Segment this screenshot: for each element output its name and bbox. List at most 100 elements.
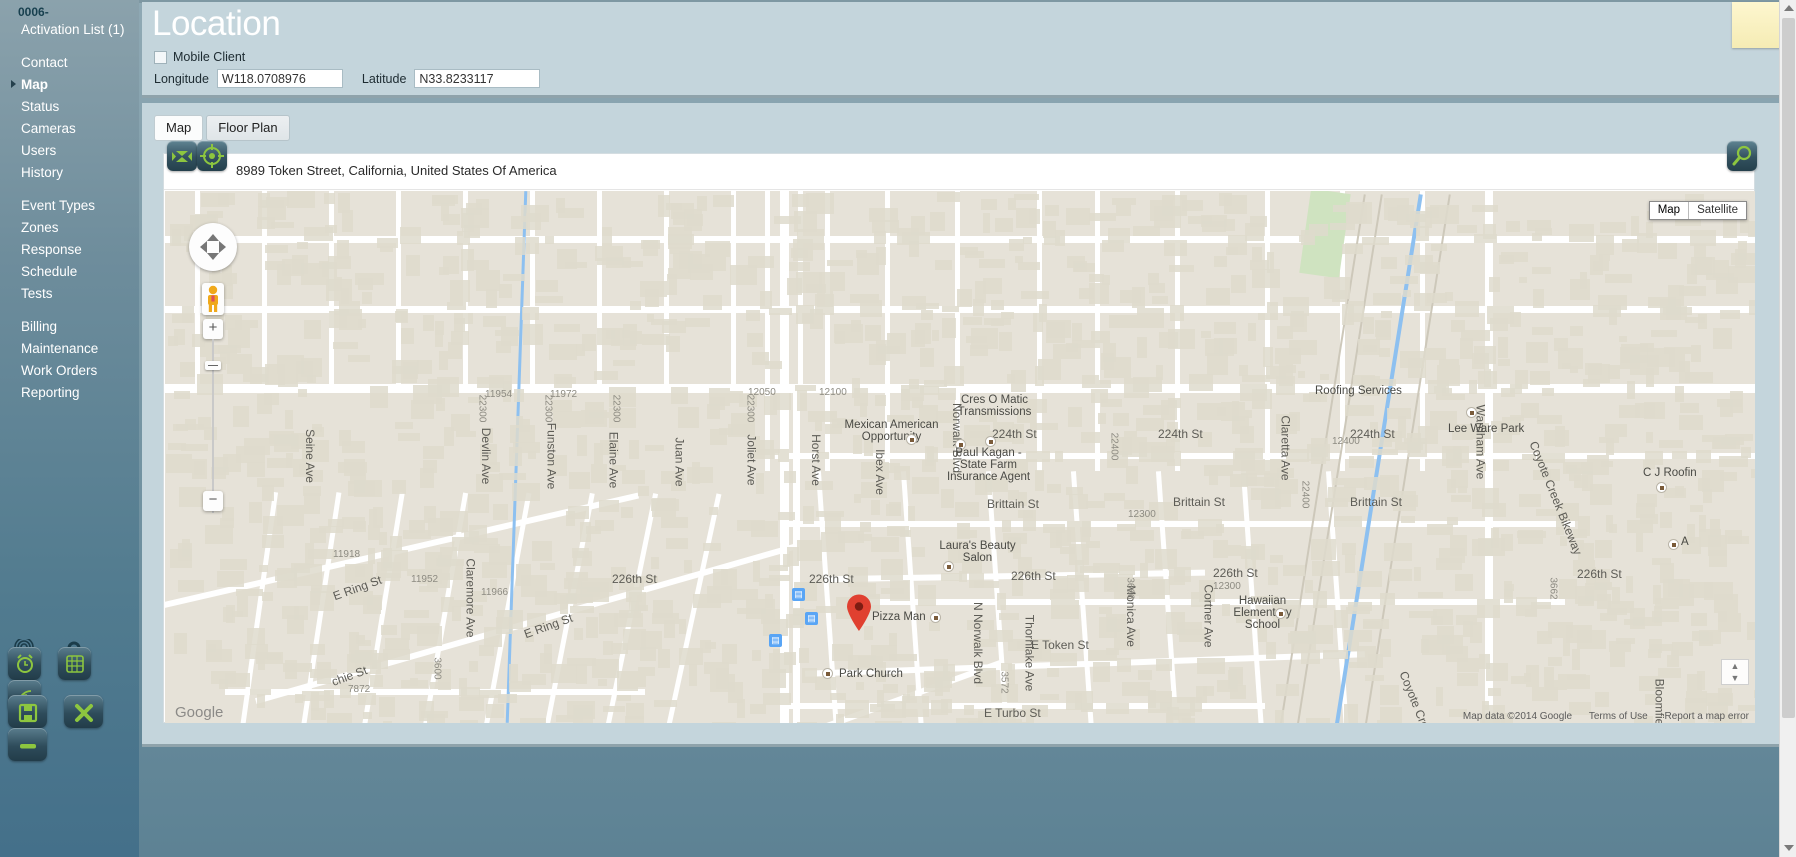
sidebar-item-response[interactable]: Response	[0, 239, 139, 261]
map-feature	[858, 534, 872, 541]
sidebar-item-label: Activation List (1)	[21, 22, 125, 37]
sidebar-item-work-orders[interactable]: Work Orders	[0, 360, 139, 382]
bus-stop-icon[interactable]: ▤	[792, 588, 805, 601]
map-feature	[801, 312, 813, 324]
map-feature	[670, 203, 695, 220]
sidebar-item-tests[interactable]: Tests	[0, 283, 139, 305]
sidebar-item-status[interactable]: Status	[0, 96, 139, 118]
sidebar-item-schedule[interactable]: Schedule	[0, 261, 139, 283]
account-id: 0006-	[18, 5, 49, 19]
sidebar-item-event-types[interactable]: Event Types	[0, 195, 139, 217]
map-type-map[interactable]: Map	[1650, 202, 1688, 219]
map-type-satellite[interactable]: Satellite	[1688, 202, 1746, 219]
map-feature	[416, 626, 443, 647]
save-icon[interactable]	[8, 695, 47, 728]
mobile-client-checkbox[interactable]	[154, 50, 167, 64]
map-feature	[1040, 693, 1060, 701]
map-feature	[1169, 304, 1185, 322]
zoom-slider[interactable]: + −	[203, 319, 223, 619]
map-poi-marker[interactable]	[930, 612, 941, 623]
map-feature	[836, 713, 845, 723]
sidebar-item-activation-list[interactable]: Activation List (1)	[0, 19, 139, 41]
map-feature	[174, 328, 186, 345]
sidebar-item-cameras[interactable]: Cameras	[0, 118, 139, 140]
sidebar-item-label: Contact	[21, 55, 68, 70]
grid-cube-icon[interactable]	[58, 647, 92, 680]
mobile-client-label[interactable]: Mobile Client	[173, 50, 245, 64]
map-feature	[526, 612, 546, 627]
map-feature	[859, 299, 883, 318]
zoom-out-button[interactable]: −	[203, 491, 223, 511]
map-feature	[1042, 221, 1056, 239]
magnifier-icon[interactable]	[1727, 141, 1757, 171]
map-poi-marker[interactable]	[1275, 608, 1286, 619]
center-target-icon[interactable]	[197, 141, 227, 171]
map-feature	[261, 591, 274, 602]
terms-of-use-link[interactable]: Terms of Use	[1589, 711, 1648, 722]
street-view-pegman-icon[interactable]	[202, 283, 224, 315]
map-feature	[1122, 682, 1151, 697]
map-poi-marker[interactable]	[943, 561, 954, 572]
sidebar-item-contact[interactable]: Contact	[0, 52, 139, 74]
sidebar-nav: Activation List (1) Contact Map Status Camer…	[0, 19, 139, 404]
sidebar-item-users[interactable]: Users	[0, 140, 139, 162]
report-map-error-link[interactable]: Report a map error	[1665, 711, 1749, 722]
map-feature	[1343, 704, 1358, 723]
map-feature	[1312, 590, 1327, 608]
map-feature	[1493, 433, 1512, 444]
sidebar-item-map[interactable]: Map	[0, 74, 139, 96]
fit-bounds-icon[interactable]	[167, 141, 197, 171]
sidebar-item-history[interactable]: History	[0, 162, 139, 184]
map-poi-marker[interactable]	[985, 436, 996, 447]
map-feature	[709, 507, 719, 516]
map-feature	[1362, 237, 1390, 245]
tab-map[interactable]: Map	[154, 115, 204, 141]
map-feature	[470, 590, 488, 603]
bus-stop-icon[interactable]: ▤	[769, 634, 782, 647]
map-canvas[interactable]: Seine Ave Devlin Ave Funston Ave Elaine Ave…	[165, 191, 1755, 723]
sidebar-item-zones[interactable]: Zones	[0, 217, 139, 239]
map-feature	[1132, 226, 1161, 237]
tab-floor-plan[interactable]: Floor Plan	[206, 115, 290, 141]
map-feature	[232, 405, 249, 427]
map-feature	[400, 226, 421, 244]
map-feature	[376, 238, 398, 249]
map-feature	[1387, 407, 1411, 419]
sidebar-item-billing[interactable]: Billing	[0, 316, 139, 338]
map-feature	[1371, 448, 1398, 456]
map-poi-marker[interactable]	[906, 434, 917, 445]
map-poi-marker[interactable]	[1656, 482, 1667, 493]
map-feature	[820, 531, 846, 553]
scroll-up-arrow[interactable]	[1780, 0, 1796, 17]
map-poi-marker[interactable]	[1466, 407, 1477, 418]
map-feature	[1082, 374, 1099, 388]
map-feature	[963, 704, 975, 715]
map-feature	[535, 279, 558, 292]
map-feature	[622, 324, 638, 346]
minimize-icon[interactable]	[8, 728, 47, 761]
sidebar-item-maintenance[interactable]: Maintenance	[0, 338, 139, 360]
cancel-icon[interactable]	[64, 695, 104, 728]
map-feature	[434, 320, 444, 335]
map-poi-marker[interactable]	[955, 439, 966, 450]
bus-stop-icon[interactable]: ▤	[805, 612, 818, 625]
alarm-clock-icon[interactable]	[8, 647, 41, 680]
map-feature	[1137, 307, 1165, 329]
scroll-down-arrow[interactable]	[1780, 840, 1796, 857]
scrollbar-thumb[interactable]	[1782, 18, 1795, 718]
zoom-thumb[interactable]	[205, 361, 221, 370]
map-feature	[661, 517, 689, 528]
longitude-input[interactable]	[216, 69, 343, 88]
map-poi-marker[interactable]	[822, 668, 833, 679]
map-feature	[1234, 447, 1264, 460]
pan-compass-icon[interactable]	[189, 223, 237, 271]
vertical-scrollbar[interactable]	[1779, 0, 1796, 857]
sidebar-item-reporting[interactable]: Reporting	[0, 382, 139, 404]
map-feature	[859, 521, 871, 533]
map-feature	[1458, 485, 1467, 494]
map-poi-marker[interactable]	[1668, 539, 1679, 550]
zoom-in-button[interactable]: +	[203, 319, 223, 339]
latitude-input[interactable]	[414, 69, 541, 88]
map-feature	[1275, 684, 1300, 696]
map-pan-mini-control[interactable]: ▲ ▼	[1721, 659, 1749, 685]
